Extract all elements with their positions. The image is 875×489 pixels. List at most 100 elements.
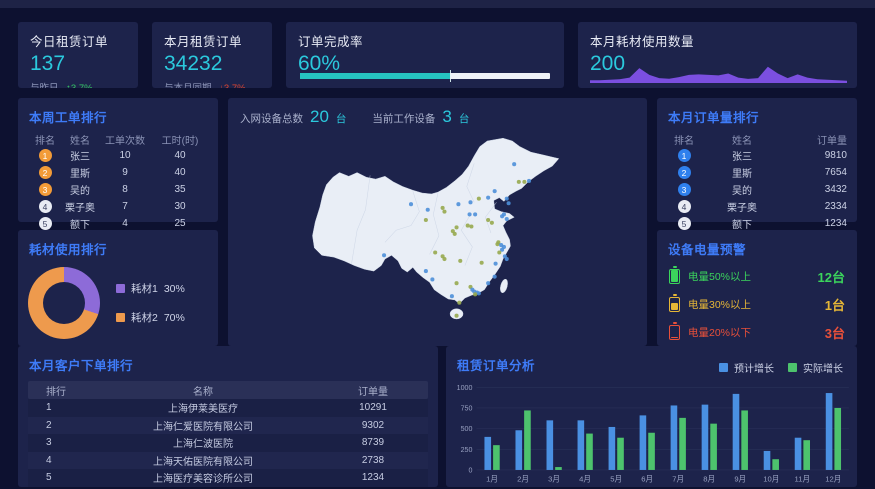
table-row: 4 栗子奥730 xyxy=(18,198,218,215)
device-dot xyxy=(493,275,497,279)
customer-rank-panel: 本月客户下单排行 排行 名称 订单量 1上海伊莱美医疗10291 2上海仁爱医院… xyxy=(18,346,438,487)
svg-text:4月: 4月 xyxy=(579,474,591,483)
device-dot xyxy=(517,180,521,184)
svg-text:11月: 11月 xyxy=(795,474,811,483)
rank-badge: 3 xyxy=(39,183,52,196)
svg-text:2月: 2月 xyxy=(517,474,529,483)
panel-title: 设备电量预警 xyxy=(657,230,857,263)
table-header: 排行 名称 订单量 xyxy=(28,381,428,399)
table-row: 4 栗子奥2334 xyxy=(657,198,857,215)
device-dot xyxy=(497,250,501,254)
card-month-orders: 本月租赁订单 34232 与本月同期 ↓3.7% xyxy=(152,22,272,88)
svg-text:9月: 9月 xyxy=(734,474,746,483)
table-row: 5上海医疗美容诊所公司1234 xyxy=(28,469,428,487)
legend-item-expected[interactable]: 预计增长 xyxy=(719,360,774,375)
device-dot xyxy=(505,217,509,221)
donut-chart-body: 耗材1 30% 耗材2 70% xyxy=(18,263,218,343)
page-top-strip xyxy=(0,0,875,8)
device-dot xyxy=(468,212,472,216)
device-dot xyxy=(426,208,430,212)
device-dot xyxy=(507,201,511,205)
device-dot xyxy=(469,224,473,228)
svg-text:6月: 6月 xyxy=(641,474,653,483)
battery-row-mid: 电量30%以上 1台 xyxy=(669,295,845,314)
device-dot xyxy=(512,162,516,166)
bar-2月-预计增长 xyxy=(515,430,522,470)
rental-analysis-panel: 租赁订单分析 预计增长 实际增长 025050075010001月2月3月4月5… xyxy=(446,346,857,487)
rank-badge: 2 xyxy=(678,166,691,179)
middle-row: 本周工单排行 排名 姓名 工单次数 工时(时) 1 张三1040 2 里斯940… xyxy=(18,98,857,338)
svg-text:750: 750 xyxy=(461,404,473,412)
bar-11月-实际增长 xyxy=(803,440,810,470)
rank-badge: 4 xyxy=(39,200,52,213)
device-dot xyxy=(495,242,499,246)
card-today-orders: 今日租赁订单 137 与昨日 ↑3.7% xyxy=(18,22,138,88)
device-dot xyxy=(458,259,462,263)
device-dot xyxy=(455,314,459,318)
bar-11月-预计增长 xyxy=(795,438,802,470)
bar-1月-预计增长 xyxy=(484,437,491,470)
device-dot xyxy=(477,197,481,201)
bottom-row: 本月客户下单排行 排行 名称 订单量 1上海伊莱美医疗10291 2上海仁爱医院… xyxy=(18,346,857,480)
card-title: 订单完成率 xyxy=(298,31,552,50)
device-dot xyxy=(493,189,497,193)
table-row: 4上海天佑医院有限公司2738 xyxy=(28,452,428,470)
table-row: 3上海仁波医院8739 xyxy=(28,434,428,452)
device-dot xyxy=(442,257,446,261)
device-dot xyxy=(433,250,437,254)
table-row: 3 吴的3432 xyxy=(657,181,857,198)
card-title: 本月耗材使用数量 xyxy=(590,31,845,50)
stat-total-devices: 入网设备总数 20 台 xyxy=(240,107,346,127)
completion-progress-bar xyxy=(300,73,550,79)
device-dot xyxy=(490,221,494,225)
card-compare: 与本月同期 ↓3.7% xyxy=(164,80,260,88)
panel-title: 本月客户下单排行 xyxy=(18,346,438,379)
card-title: 今日租赁订单 xyxy=(30,31,126,50)
device-dot xyxy=(455,225,459,229)
legend-swatch xyxy=(116,284,125,293)
device-dot xyxy=(505,257,509,261)
device-dot xyxy=(522,180,526,184)
bar-7月-实际增长 xyxy=(679,418,686,470)
rank-badge: 1 xyxy=(39,149,52,162)
device-dot xyxy=(466,224,470,228)
bar-3月-实际增长 xyxy=(555,467,562,470)
sparkline-area xyxy=(590,67,847,83)
work-rank-panel: 本周工单排行 排名 姓名 工单次数 工时(时) 1 张三1040 2 里斯940… xyxy=(18,98,218,222)
rank-badge: 4 xyxy=(678,200,691,213)
legend-item-actual[interactable]: 实际增长 xyxy=(788,360,843,375)
china-map xyxy=(240,129,635,337)
rank-badge: 5 xyxy=(39,217,52,230)
device-dot xyxy=(480,261,484,265)
card-value: 137 xyxy=(30,53,126,74)
delta-up-value: ↑3.7% xyxy=(66,83,92,88)
svg-text:3月: 3月 xyxy=(548,474,560,483)
legend-item: 耗材1 30% xyxy=(116,281,185,296)
device-dot xyxy=(450,294,454,298)
legend-item: 耗材2 70% xyxy=(116,310,185,325)
device-dot xyxy=(494,262,498,266)
panel-title: 耗材使用排行 xyxy=(18,230,218,263)
device-dot xyxy=(502,212,506,216)
device-dot xyxy=(409,202,413,206)
bar-10月-实际增长 xyxy=(772,459,779,470)
kpi-card-row: 今日租赁订单 137 与昨日 ↑3.7% 本月租赁订单 34232 与本月同期 … xyxy=(18,22,857,88)
rank-badge: 2 xyxy=(39,166,52,179)
bar-chart-legend: 预计增长 实际增长 xyxy=(719,351,857,375)
card-compare: 与昨日 ↑3.7% xyxy=(30,80,126,88)
consumable-rank-panel: 耗材使用排行 耗材1 30% 耗材2 70% xyxy=(18,230,218,346)
bar-9月-预计增长 xyxy=(733,394,740,470)
svg-text:250: 250 xyxy=(461,446,473,454)
card-title: 本月租赁订单 xyxy=(164,31,260,50)
battery-half-icon xyxy=(669,297,680,312)
svg-text:1000: 1000 xyxy=(457,384,473,392)
device-dot xyxy=(468,200,472,204)
rank-badge: 3 xyxy=(678,183,691,196)
table-row: 1上海伊莱美医疗10291 xyxy=(28,399,428,417)
bar-6月-预计增长 xyxy=(640,415,647,470)
table-row: 2上海仁爱医院有限公司9302 xyxy=(28,417,428,435)
device-dot xyxy=(457,301,461,305)
svg-text:10月: 10月 xyxy=(763,474,779,483)
panel-title: 本周工单排行 xyxy=(18,98,218,131)
table-row: 3 吴的835 xyxy=(18,181,218,198)
